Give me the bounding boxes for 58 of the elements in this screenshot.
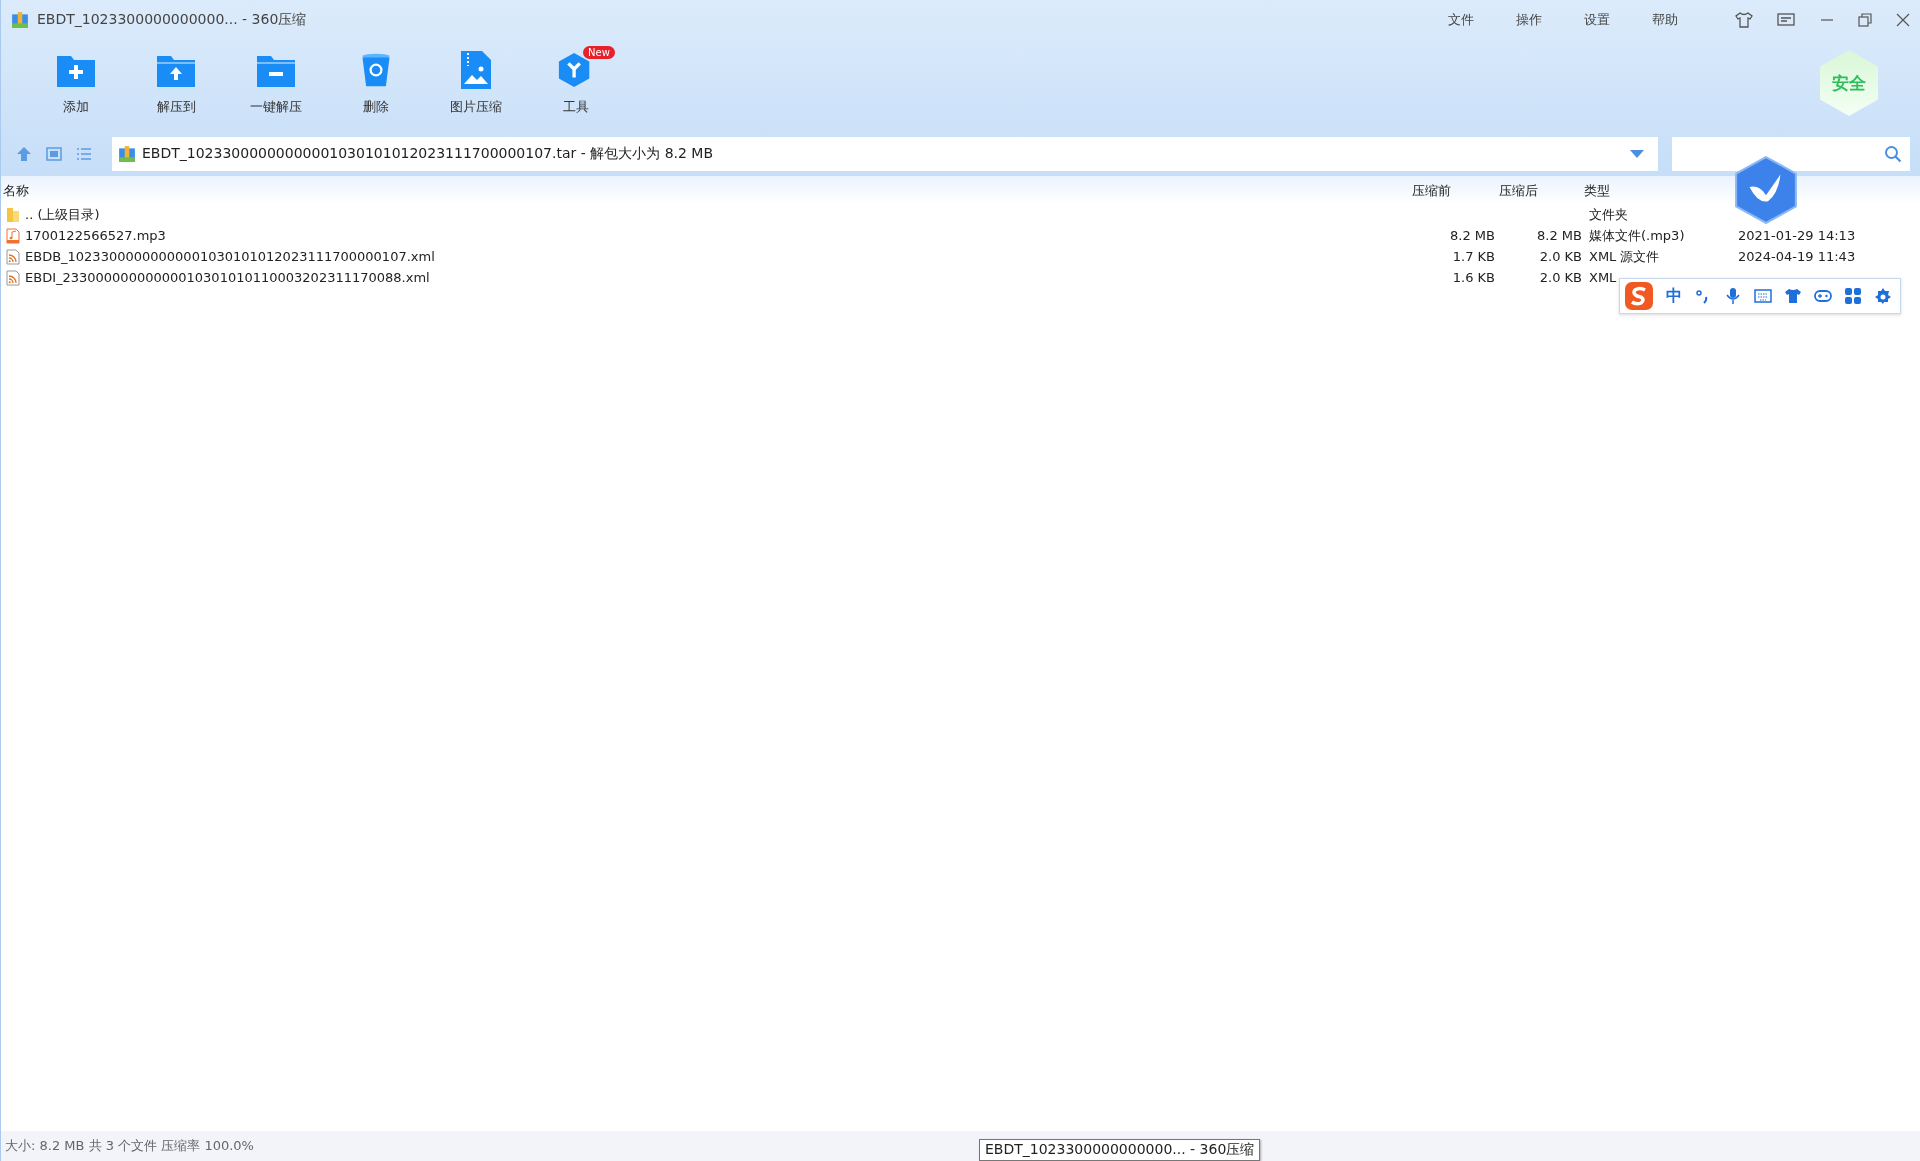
file-type-cell-text: 媒体文件(.mp3): [1588, 226, 1686, 245]
toolbar-button[interactable]: 解压到: [126, 42, 226, 116]
restore-icon[interactable]: [1858, 13, 1872, 27]
size-after-cell-text: 2.0 KB: [1538, 249, 1582, 264]
column-header[interactable]: 压缩后: [1495, 182, 1582, 200]
column-header[interactable]: 名称: [1, 182, 1412, 200]
thumbnail-view-icon[interactable]: [46, 146, 62, 162]
dropdown-caret-icon[interactable]: [1630, 150, 1644, 158]
file-type-cell-text: XML 源文件: [1588, 247, 1661, 266]
toolbar-button[interactable]: 图片压缩: [426, 42, 526, 116]
file-name[interactable]: 1700122566527.mp3: [25, 228, 166, 243]
tooltip: EBDT_1023300000000000... - 360压缩: [979, 1139, 1261, 1161]
modified-date-cell: 2021-01-29 14:13: [1738, 228, 1856, 243]
address-field[interactable]: EBDT_10233000000000001030101012023111700000107.tar - 解包大小为 8.2 MB: [112, 137, 1658, 171]
close-icon[interactable]: [1896, 13, 1910, 27]
menu-item[interactable]: 帮助: [1652, 11, 1678, 29]
status-text: 大小: 8.2 MB 共 3 个文件 压缩率 100.0%: [5, 1137, 254, 1155]
search-field[interactable]: [1672, 137, 1910, 171]
toolbar-button[interactable]: 一键解压: [226, 42, 326, 116]
menu-item[interactable]: 文件: [1448, 11, 1474, 29]
archive-icon: [118, 145, 136, 163]
window-title: EBDT_1023300000000000... - 360压缩: [37, 11, 307, 29]
search-icon: [1884, 145, 1902, 163]
language-mode-toggle[interactable]: 中: [1666, 285, 1682, 307]
archive-icon: [11, 11, 29, 29]
file-type-cell-text: 文件夹: [1588, 205, 1629, 224]
new-badge: New: [583, 46, 615, 59]
keyboard-icon[interactable]: [1754, 287, 1772, 305]
menu-item[interactable]: 操作: [1516, 11, 1542, 29]
file-name[interactable]: .. (上级目录): [25, 205, 100, 224]
folder-icon: [6, 206, 20, 223]
column-header[interactable]: 类型: [1582, 182, 1738, 200]
image-file-icon: [460, 50, 492, 90]
sogou-logo-icon[interactable]: [1624, 281, 1654, 311]
toolbar-button[interactable]: New 工具: [526, 42, 626, 116]
shirt-icon[interactable]: [1784, 287, 1802, 305]
toolbar-button[interactable]: 添加: [26, 42, 126, 116]
size-after-cell-text: 2.0 KB: [1538, 270, 1582, 285]
toolbar-button[interactable]: 删除: [326, 42, 426, 116]
gamepad-icon[interactable]: [1814, 287, 1832, 305]
up-arrow-icon[interactable]: [16, 146, 32, 162]
file-name[interactable]: EBDB_10233000000000001030101012023111700000107.xml: [25, 249, 435, 264]
modified-date-cell: 2024-04-19 11:43: [1738, 249, 1856, 264]
settings-icon[interactable]: [1874, 287, 1892, 305]
size-after-cell-text: 8.2 MB: [1536, 228, 1582, 243]
xml-file-icon: [6, 269, 20, 286]
microphone-icon[interactable]: [1724, 287, 1742, 305]
file-type-cell-text: XML: [1588, 270, 1618, 285]
menu-item[interactable]: 设置: [1584, 11, 1610, 29]
size-before-cell-text: 1.6 KB: [1451, 270, 1495, 285]
xml-file-icon: [6, 248, 20, 265]
apps-grid-icon[interactable]: [1844, 287, 1862, 305]
audio-file-icon: [6, 227, 20, 244]
file-name[interactable]: EBDI_23300000000000010301010110003202311170088.xml: [25, 270, 430, 285]
size-before-cell-text: 1.7 KB: [1451, 249, 1495, 264]
shirt-icon[interactable]: [1734, 10, 1754, 30]
size-before-cell-text: 8.2 MB: [1449, 228, 1495, 243]
column-header[interactable]: 压缩前: [1412, 182, 1495, 200]
